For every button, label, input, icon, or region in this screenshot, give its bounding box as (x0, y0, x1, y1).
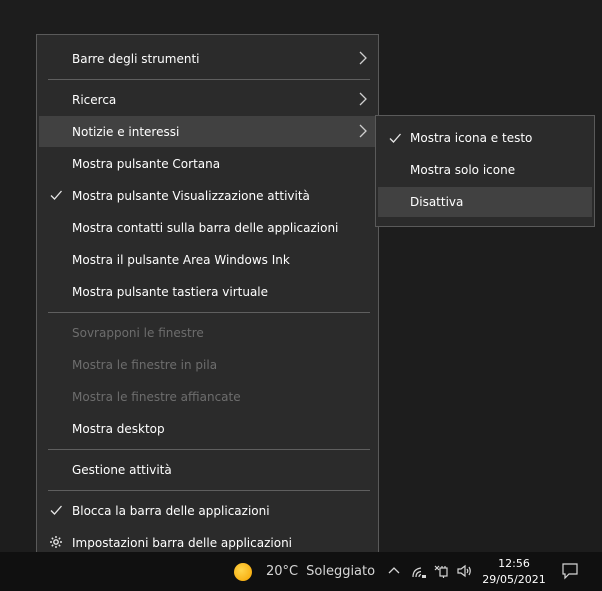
chevron-up-icon[interactable] (386, 563, 402, 579)
weather-condition: Soleggiato (306, 564, 376, 579)
chevron-right-icon (359, 124, 367, 138)
weather-temperature: 20°C (266, 564, 299, 579)
submenu-item-label: Mostra icona e testo (410, 131, 533, 145)
taskbar: 20°C Soleggiato 12:56 29/05/2021 (0, 552, 602, 591)
menu-separator (48, 449, 370, 450)
menu-item-search[interactable]: Ricerca (39, 84, 376, 115)
weather-widget[interactable]: 20°C Soleggiato (234, 552, 375, 591)
menu-item-label: Impostazioni barra delle applicazioni (72, 535, 293, 550)
menu-item-label: Mostra contatti sulla barra delle applic… (72, 220, 339, 235)
checkmark-icon (50, 505, 62, 515)
action-center-icon[interactable] (561, 562, 579, 580)
taskbar-context-menu: Barre degli strumenti Ricerca Notizie e … (36, 34, 379, 566)
menu-item-show-task-view-button[interactable]: Mostra pulsante Visualizzazione attività (39, 180, 376, 211)
menu-item-label: Mostra le finestre in pila (72, 357, 218, 372)
submenu-item-label: Mostra solo icone (410, 163, 516, 177)
menu-item-news-and-interests[interactable]: Notizie e interessi (39, 116, 376, 147)
submenu-item-label: Disattiva (410, 195, 464, 209)
volume-icon[interactable] (456, 563, 472, 579)
clock-time: 12:56 (498, 556, 530, 570)
menu-item-show-desktop[interactable]: Mostra desktop (39, 413, 376, 444)
menu-item-label: Gestione attività (72, 462, 172, 477)
menu-item-label: Sovrapponi le finestre (72, 325, 204, 340)
submenu-item-show-icon-and-text[interactable]: Mostra icona e testo (378, 123, 592, 153)
clock[interactable]: 12:56 29/05/2021 (478, 552, 550, 591)
wifi-icon[interactable] (411, 563, 427, 579)
menu-item-label: Mostra pulsante Cortana (72, 156, 221, 171)
checkmark-icon (50, 190, 62, 200)
menu-item-label: Blocca la barra delle applicazioni (72, 503, 270, 518)
menu-item-lock-taskbar[interactable]: Blocca la barra delle applicazioni (39, 495, 376, 526)
menu-item-toolbars[interactable]: Barre degli strumenti (39, 43, 376, 74)
menu-separator (48, 312, 370, 313)
menu-separator (48, 490, 370, 491)
menu-item-show-windows-ink[interactable]: Mostra il pulsante Area Windows Ink (39, 244, 376, 275)
menu-item-show-touch-keyboard[interactable]: Mostra pulsante tastiera virtuale (39, 276, 376, 307)
chevron-right-icon (359, 51, 367, 65)
menu-item-label: Mostra desktop (72, 421, 165, 436)
menu-item-show-people[interactable]: Mostra contatti sulla barra delle applic… (39, 212, 376, 243)
clock-date: 29/05/2021 (482, 572, 546, 586)
menu-item-label: Notizie e interessi (72, 124, 180, 139)
menu-item-label: Mostra pulsante Visualizzazione attività (72, 188, 310, 203)
menu-item-cascade-windows: Sovrapponi le finestre (39, 317, 376, 348)
submenu-item-turn-off[interactable]: Disattiva (378, 187, 592, 217)
news-and-interests-submenu: Mostra icona e testo Mostra solo icone D… (375, 115, 595, 227)
menu-separator (48, 79, 370, 80)
menu-item-label: Barre degli strumenti (72, 51, 200, 66)
menu-item-task-manager[interactable]: Gestione attività (39, 454, 376, 485)
menu-item-label: Ricerca (72, 92, 117, 107)
submenu-item-show-icon-only[interactable]: Mostra solo icone (378, 155, 592, 185)
menu-item-side-by-side-windows: Mostra le finestre affiancate (39, 381, 376, 412)
menu-item-label: Mostra pulsante tastiera virtuale (72, 284, 269, 299)
checkmark-icon (389, 133, 401, 143)
gear-icon (50, 536, 62, 548)
menu-item-stack-windows: Mostra le finestre in pila (39, 349, 376, 380)
menu-item-show-cortana-button[interactable]: Mostra pulsante Cortana (39, 148, 376, 179)
chevron-right-icon (359, 92, 367, 106)
menu-item-label: Mostra il pulsante Area Windows Ink (72, 252, 290, 267)
network-icon[interactable] (433, 563, 449, 579)
menu-item-label: Mostra le finestre affiancate (72, 389, 241, 404)
sun-icon (234, 562, 252, 581)
